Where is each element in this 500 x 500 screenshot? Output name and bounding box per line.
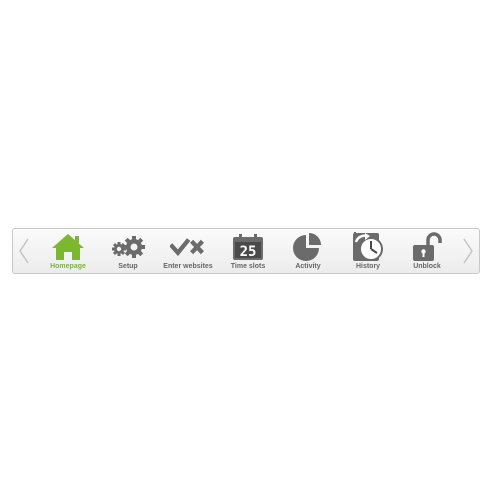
gears-icon xyxy=(110,232,146,262)
home-icon xyxy=(50,232,86,262)
nav-item-unblock[interactable]: Unblock xyxy=(397,232,457,272)
calendar-icon: 25 xyxy=(230,232,266,262)
nav-item-label: Homepage xyxy=(50,263,86,270)
chevron-right-icon xyxy=(463,238,473,264)
nav-item-history[interactable]: History xyxy=(338,232,398,272)
history-clock-icon xyxy=(350,232,386,262)
nav-item-label: Unblock xyxy=(413,263,441,270)
nav-item-homepage[interactable]: Homepage xyxy=(38,232,98,272)
pie-chart-icon xyxy=(290,232,326,262)
nav-item-label: Enter websites xyxy=(163,263,213,270)
chevron-left-icon xyxy=(19,238,29,264)
scroll-left-button[interactable] xyxy=(13,229,35,273)
calendar-day: 25 xyxy=(240,244,257,260)
nav-item-label: Setup xyxy=(118,263,138,270)
nav-item-time-slots[interactable]: 25 Time slots xyxy=(218,232,278,272)
check-cross-icon xyxy=(170,232,206,262)
unlock-icon xyxy=(409,232,445,262)
nav-item-label: Activity xyxy=(295,263,321,270)
nav-item-label: Time slots xyxy=(230,263,266,270)
nav-item-setup[interactable]: Setup xyxy=(98,232,158,272)
scroll-right-button[interactable] xyxy=(457,229,479,273)
nav-item-label: History xyxy=(355,263,381,270)
nav-item-enter-websites[interactable]: Enter websites xyxy=(158,232,218,272)
navigation-toolbar: Homepage Setup Enter websites 25 Time sl… xyxy=(12,228,480,274)
nav-item-activity[interactable]: Activity xyxy=(278,232,338,272)
